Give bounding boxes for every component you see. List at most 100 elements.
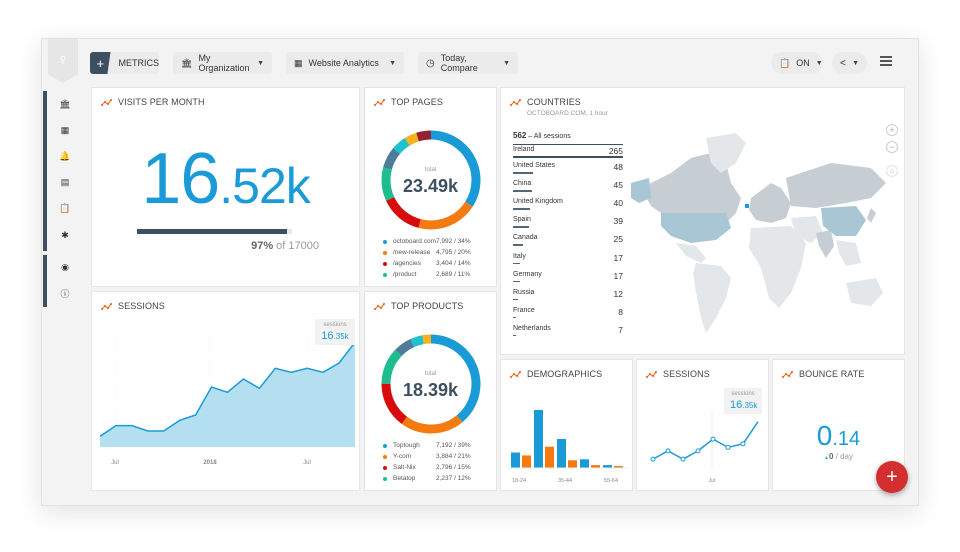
map-region-russia[interactable] (786, 163, 886, 208)
visits-progress-bar (137, 229, 292, 234)
data-point[interactable] (725, 444, 731, 450)
data-point[interactable] (680, 456, 686, 462)
top-products-widget[interactable]: TOP PRODUCTS total 18.39k Toptough 7,192 … (364, 291, 497, 491)
country-row[interactable]: Netherlands 7 (513, 325, 623, 343)
demographics-widget[interactable]: DEMOGRAPHICS 18-24 35-44 55-64 (500, 359, 633, 491)
country-row[interactable]: Italy 17 (513, 253, 623, 271)
country-row[interactable]: Russia 12 (513, 289, 623, 307)
organization-label: My Organization (198, 53, 250, 73)
legend-item[interactable]: Betatop 2,237 / 12% (383, 473, 482, 484)
map-region-usa[interactable] (661, 213, 731, 243)
legend-name: Y-com (393, 453, 412, 460)
widget-header: SESSIONS (646, 369, 710, 379)
data-point[interactable] (710, 436, 716, 442)
country-row[interactable]: United Kingdom 40 (513, 198, 623, 216)
clipboard-toggle[interactable]: 📋 ON ▼ (771, 52, 823, 74)
caret-down-icon: ▼ (389, 59, 396, 67)
octoboard-logo[interactable]: ♀ (48, 39, 78, 83)
dashboard-dropdown[interactable]: ▦ Website Analytics ▼ (286, 52, 404, 74)
data-point[interactable] (665, 448, 671, 454)
country-bar (513, 316, 517, 319)
legend-item[interactable]: Y-com 3,884 / 21% (383, 451, 482, 462)
sidebar-item-account[interactable]: ◉ (56, 260, 74, 274)
country-row[interactable]: Ireland 265 (513, 144, 623, 162)
sidebar-item-organization[interactable]: 🏛 (56, 97, 74, 111)
map-region-india[interactable] (816, 230, 834, 258)
hamburger-menu-icon[interactable] (880, 56, 892, 66)
country-row[interactable]: Germany 17 (513, 271, 623, 289)
demographics-bar[interactable] (580, 459, 589, 468)
demographics-bar[interactable] (534, 410, 543, 468)
widget-title: COUNTRIES (527, 97, 581, 107)
country-row[interactable]: Canada 25 (513, 234, 623, 252)
legend-value: 2,237 / 12% (436, 475, 471, 482)
legend-item[interactable]: octoboard.com 7,992 / 34% (383, 236, 482, 247)
clock-icon: ◷ (426, 57, 435, 69)
date-range-dropdown[interactable]: ◷ Today, Compare ▼ (418, 52, 518, 74)
legend-dot (383, 465, 387, 470)
demographics-bar[interactable] (511, 452, 520, 468)
demographics-bar[interactable] (522, 455, 531, 468)
add-metrics-button[interactable]: + METRICS (90, 52, 159, 74)
caret-down-icon: ▼ (503, 59, 510, 67)
legend-item[interactable]: Salt-Nix 2,796 / 15% (383, 462, 482, 473)
map-region-alaska[interactable] (631, 178, 651, 203)
map-zoom-in-button[interactable]: + (886, 124, 898, 136)
country-bar (513, 208, 530, 210)
country-name: France (513, 306, 535, 314)
legend-value: 2,689 / 11% (436, 271, 471, 278)
map-region-south-america[interactable] (693, 263, 731, 333)
country-row[interactable]: United States 48 (513, 162, 623, 180)
sessions-small-widget[interactable]: SESSIONS Jul sessions 16.35k (636, 359, 769, 491)
trend-icon (510, 98, 521, 106)
organization-dropdown[interactable]: 🏛 My Organization ▼ (173, 52, 272, 74)
legend-item[interactable]: /agencies 3,404 / 14% (383, 258, 482, 269)
legend-item[interactable]: /product 2,689 / 11% (383, 269, 482, 280)
demographics-bar[interactable] (545, 446, 554, 468)
country-name: Germany (513, 270, 542, 278)
bank-icon: 🏛 (59, 98, 71, 109)
demographics-bar[interactable] (568, 460, 577, 468)
data-point[interactable] (695, 448, 701, 454)
sidebar-item-alerts[interactable]: 🔔 (56, 149, 74, 163)
add-widget-fab-button[interactable]: + (876, 461, 908, 493)
map-region-southeast-asia[interactable] (836, 240, 861, 266)
data-point[interactable] (650, 456, 656, 462)
map-region-africa[interactable] (749, 226, 806, 308)
countries-widget[interactable]: COUNTRIES OCTOBOARD.COM, 1 hour 562 – Al… (500, 87, 905, 355)
country-row[interactable]: China 45 (513, 180, 623, 198)
country-row[interactable]: France 8 (513, 307, 623, 325)
map-home-button[interactable]: ⌂ (886, 165, 898, 177)
legend-name: /new-release (393, 249, 431, 256)
map-zoom-out-button[interactable]: − (886, 141, 898, 153)
legend-item[interactable]: Toptough 7,192 / 39% (383, 440, 482, 451)
sidebar-item-reports[interactable]: 📋 (56, 201, 74, 215)
clipboard-toggle-label: ON (796, 58, 810, 68)
map-region-central-america[interactable] (676, 243, 706, 263)
map-region-europe[interactable] (749, 183, 791, 223)
sidebar-item-dashboards[interactable]: ▦ (56, 123, 74, 137)
country-bar (513, 226, 530, 228)
map-region-japan[interactable] (867, 208, 876, 223)
country-bar (513, 172, 533, 174)
share-dropdown[interactable]: < ▼ (832, 52, 867, 74)
sidebar-item-integrations[interactable]: ✱ (56, 228, 74, 242)
top-pages-widget[interactable]: TOP PAGES total 23.49k octoboard.com 7,99… (364, 87, 497, 287)
country-name: United States (513, 162, 556, 170)
map-region-ireland[interactable] (745, 204, 749, 208)
legend-dot (383, 239, 387, 244)
donut-total-value: 23.49k (402, 176, 459, 196)
sidebar-item-info[interactable]: ⓘ (56, 286, 74, 300)
country-value: 265 (608, 146, 623, 156)
visits-per-month-widget[interactable]: VISITS PER MONTH 16.52k 97% of 17000 (91, 87, 360, 287)
country-row[interactable]: Spain 39 (513, 216, 623, 234)
world-map[interactable] (631, 128, 886, 348)
sidebar-item-messages[interactable]: ▤ (56, 175, 74, 189)
sessions-widget[interactable]: SESSIONS Jul 2018 Jul sessions 16.35k (91, 291, 360, 491)
country-name: United Kingdom (513, 198, 563, 206)
data-point[interactable] (740, 441, 746, 447)
demographics-bar[interactable] (557, 439, 566, 468)
country-value: 17 (613, 270, 623, 281)
legend-item[interactable]: /new-release 4,795 / 20% (383, 247, 482, 258)
map-region-australia[interactable] (846, 278, 883, 306)
